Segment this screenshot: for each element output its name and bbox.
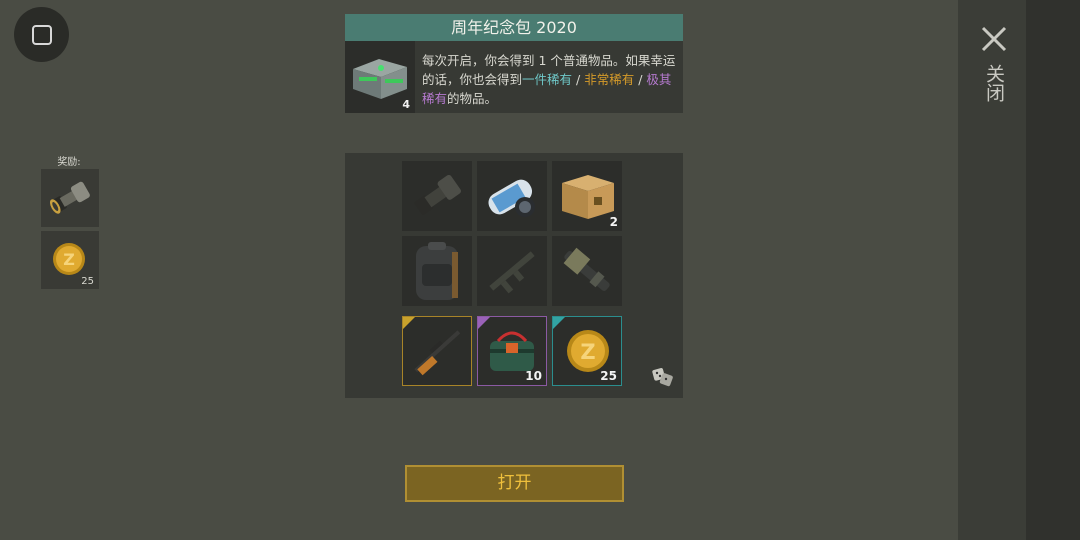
separator: / [572, 72, 585, 87]
close-label[interactable]: 关闭 [980, 64, 1008, 102]
grid-slot-coin[interactable]: Z 25 [552, 316, 622, 386]
grid-slot-dynamite[interactable]: 10 [477, 316, 547, 386]
rarity-very-rare-text: 非常稀有 [584, 72, 635, 87]
grid-slot-mounted-gun[interactable] [552, 236, 622, 306]
blueprint-roll-icon [488, 179, 535, 217]
rewards-title: 奖励: [57, 157, 81, 168]
open-button[interactable]: 打开 [405, 465, 624, 502]
scope-lens-icon [49, 181, 90, 214]
rarity-rare-text: 一件稀有 [522, 72, 573, 87]
pack-count: 4 [402, 98, 410, 111]
square-stop-icon [31, 24, 52, 45]
dice-icon[interactable] [652, 366, 674, 388]
rifle-icon [489, 251, 535, 294]
reward-count: 25 [81, 276, 94, 287]
reward-slot-coin[interactable]: Z 25 [41, 231, 99, 289]
sniper-rifle-icon [414, 330, 461, 376]
svg-text:Z: Z [580, 340, 595, 364]
item-count: 25 [600, 369, 617, 383]
pack-title: 周年纪念包 2020 [345, 14, 683, 41]
close-x-icon[interactable] [977, 22, 1011, 56]
grid-slot-rifle[interactable] [477, 236, 547, 306]
pack-header: 周年纪念包 2020 4 每次开启，你会得到 1 个普通物品。如果幸运的话，你也… [345, 14, 683, 113]
desc-text-2: 的物品。 [447, 91, 498, 106]
scope-lens-icon [414, 174, 461, 215]
right-edge-strip [1026, 0, 1080, 540]
mounted-gun-icon [563, 247, 610, 291]
menu-button[interactable] [14, 7, 69, 62]
grid-slot-backpack[interactable] [402, 236, 472, 306]
grid-slot-scope[interactable] [402, 161, 472, 231]
grid-slot-blueprint[interactable] [477, 161, 547, 231]
reward-slot-scope[interactable] [41, 169, 99, 227]
item-count: 2 [609, 215, 618, 229]
pack-description: 每次开启，你会得到 1 个普通物品。如果幸运的话，你也会得到一件稀有 / 非常稀… [422, 51, 680, 108]
item-grid: 2 10 Z 25 [345, 153, 683, 398]
item-count: 10 [525, 369, 542, 383]
pack-icon-slot[interactable]: 4 [345, 41, 415, 113]
grid-slot-sniper[interactable] [402, 316, 472, 386]
svg-text:Z: Z [63, 250, 75, 269]
separator: / [634, 72, 647, 87]
backpack-icon [416, 242, 458, 300]
grid-slot-box[interactable]: 2 [552, 161, 622, 231]
